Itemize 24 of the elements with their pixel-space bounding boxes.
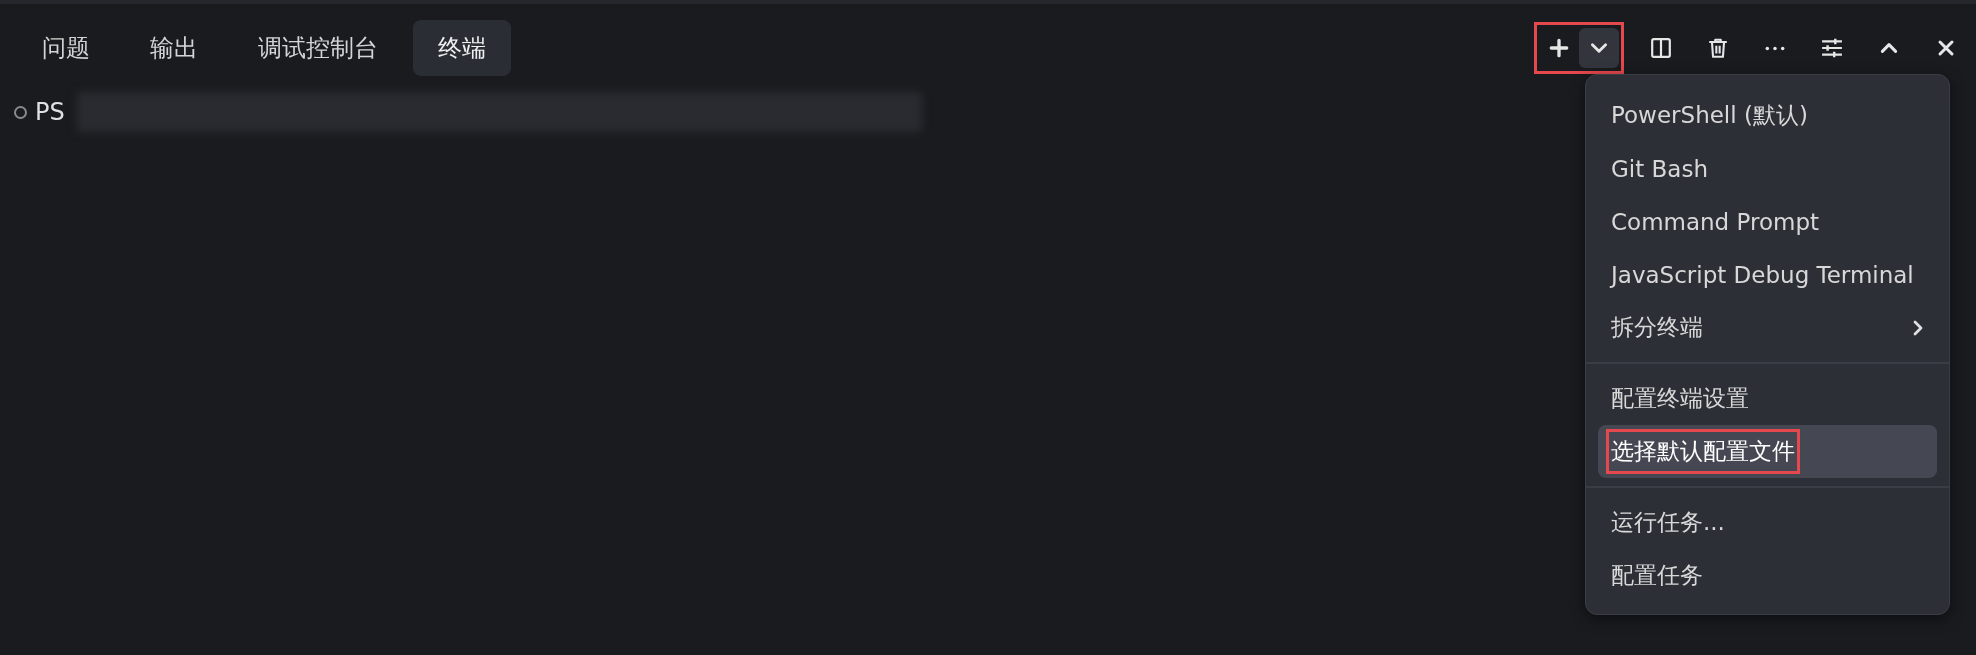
trash-icon (1707, 37, 1729, 59)
menu-item[interactable]: Git Bash (1598, 142, 1937, 195)
close-icon (1936, 38, 1956, 58)
terminal-dropdown-button[interactable] (1579, 28, 1619, 68)
panel-tab[interactable]: 调试控制台 (233, 20, 403, 76)
sliders-icon (1821, 37, 1843, 59)
menu-item[interactable]: Command Prompt (1598, 195, 1937, 248)
ellipsis-icon (1764, 44, 1786, 52)
status-dot-icon (14, 105, 27, 119)
menu-item[interactable]: 配置终端设置 (1598, 372, 1937, 425)
menu-item[interactable]: 运行任务... (1598, 496, 1937, 549)
menu-item[interactable]: JavaScript Debug Terminal (1598, 248, 1937, 301)
prompt-text: PS (35, 98, 65, 126)
split-icon (1650, 37, 1672, 59)
menu-item[interactable]: 配置任务 (1598, 549, 1937, 602)
annotation-box: 选择默认配置文件 (1606, 429, 1800, 474)
menu-item[interactable]: PowerShell (默认) (1598, 89, 1937, 142)
panel-tab[interactable]: 问题 (17, 20, 115, 76)
menu-item[interactable]: 拆分终端 (1598, 301, 1937, 354)
panel-tab[interactable]: 终端 (413, 20, 511, 76)
menu-item[interactable]: 选择默认配置文件 (1598, 425, 1937, 478)
plus-icon (1548, 37, 1570, 59)
chevron-right-icon (1911, 318, 1925, 337)
panel-tab[interactable]: 输出 (125, 20, 223, 76)
